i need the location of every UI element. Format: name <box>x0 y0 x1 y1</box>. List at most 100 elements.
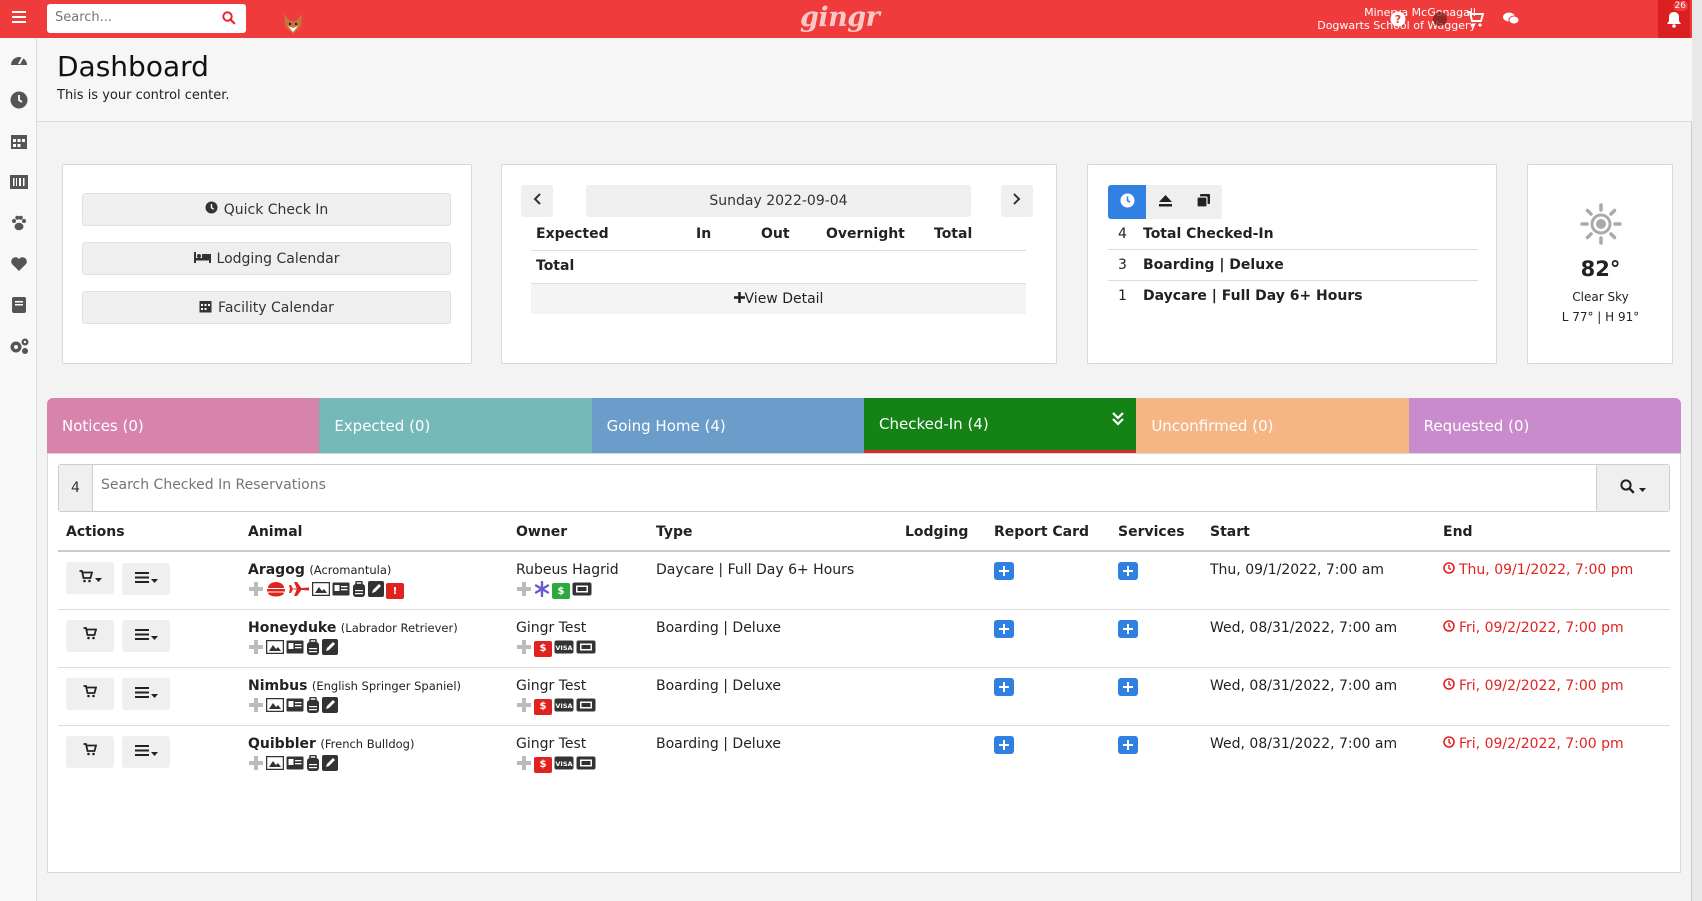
add-to-cart-button[interactable] <box>66 677 114 710</box>
food-icon[interactable] <box>266 581 286 601</box>
medical-plus-icon[interactable] <box>516 639 532 659</box>
add-service-button[interactable] <box>1118 562 1138 580</box>
edit-icon[interactable] <box>368 581 384 601</box>
owner-name[interactable]: Gingr Test <box>516 736 648 752</box>
tab-unconfirmed[interactable]: Unconfirmed (0) <box>1136 398 1409 453</box>
add-report-card-button[interactable] <box>994 619 1014 638</box>
gears-icon[interactable] <box>8 335 30 357</box>
image-icon[interactable] <box>265 755 285 774</box>
balance-due-icon[interactable]: $ <box>534 698 552 715</box>
backpack-icon[interactable] <box>306 696 320 717</box>
column-header[interactable]: End <box>1435 514 1670 552</box>
visa-card-icon[interactable]: VISA <box>554 698 574 716</box>
dashboard-icon[interactable] <box>8 48 30 70</box>
airplane-icon[interactable] <box>288 581 310 601</box>
hamburger-menu-icon[interactable] <box>8 8 30 30</box>
balance-due-icon[interactable]: $ <box>534 640 552 657</box>
chat-icon[interactable] <box>1501 9 1521 29</box>
image-icon[interactable] <box>265 639 285 658</box>
departures-view-toggle[interactable] <box>1146 185 1184 219</box>
id-card-icon[interactable] <box>286 756 304 774</box>
copy-view-toggle[interactable] <box>1184 185 1222 219</box>
book-icon[interactable] <box>8 294 30 316</box>
paw-icon[interactable] <box>8 212 30 234</box>
row-menu-button[interactable] <box>122 562 171 595</box>
ticket-icon[interactable] <box>576 698 596 716</box>
tab-expected[interactable]: Expected (0) <box>319 398 592 453</box>
tab-checked-in[interactable]: Checked-In (4) <box>863 398 1137 453</box>
column-header[interactable]: Type <box>648 514 897 552</box>
visa-card-icon[interactable]: VISA <box>554 640 574 658</box>
search-icon[interactable] <box>222 11 236 29</box>
double-chevron-down-icon[interactable] <box>1112 412 1125 430</box>
alert-icon[interactable]: ! <box>386 583 404 599</box>
id-card-icon[interactable] <box>286 698 304 716</box>
ticket-icon[interactable] <box>576 756 596 774</box>
facility-calendar-button[interactable]: Facility Calendar <box>82 291 451 324</box>
calendar-icon[interactable] <box>8 130 30 152</box>
column-header[interactable]: Lodging <box>897 514 986 552</box>
global-search[interactable] <box>47 4 246 33</box>
image-icon[interactable] <box>311 581 331 600</box>
tab-notices[interactable]: Notices (0) <box>47 398 320 453</box>
heart-icon[interactable] <box>8 253 30 275</box>
row-menu-button[interactable] <box>122 678 171 710</box>
backpack-icon[interactable] <box>306 638 320 659</box>
lodging-calendar-button[interactable]: Lodging Calendar <box>82 242 451 275</box>
barcode-icon[interactable] <box>8 171 30 193</box>
medical-plus-icon[interactable] <box>248 581 264 601</box>
tab-requested[interactable]: Requested (0) <box>1408 398 1681 453</box>
add-service-button[interactable] <box>1118 735 1138 754</box>
add-to-cart-button[interactable] <box>66 619 114 652</box>
medical-plus-icon[interactable] <box>516 581 532 601</box>
animal-name[interactable]: Quibbler <box>248 736 316 752</box>
column-header[interactable]: Start <box>1202 514 1435 552</box>
owner-name[interactable]: Rubeus Hagrid <box>516 562 648 578</box>
current-view-toggle[interactable] <box>1108 185 1146 219</box>
ticket-icon[interactable] <box>572 582 592 600</box>
add-report-card-button[interactable] <box>994 562 1014 580</box>
notifications-button[interactable]: 26 <box>1658 0 1690 38</box>
tab-going-home[interactable]: Going Home (4) <box>591 398 864 453</box>
medical-plus-icon[interactable] <box>516 697 532 717</box>
quick-check-in-button[interactable]: Quick Check In <box>82 193 451 226</box>
visa-card-icon[interactable]: VISA <box>554 756 574 774</box>
id-card-icon[interactable] <box>332 582 350 600</box>
backpack-icon[interactable] <box>306 754 320 775</box>
page-scrollbar[interactable] <box>1692 0 1702 901</box>
column-header[interactable]: Owner <box>508 514 648 552</box>
help-icon[interactable]: ? <box>1388 9 1408 29</box>
animal-name[interactable]: Nimbus <box>248 678 307 694</box>
reservation-search-input[interactable] <box>101 477 1401 493</box>
medical-plus-icon[interactable] <box>516 755 532 775</box>
column-header[interactable]: Animal <box>240 514 508 552</box>
gingr-logo[interactable]: gingr <box>800 2 880 33</box>
edit-icon[interactable] <box>322 638 338 659</box>
cart-icon[interactable] <box>1465 9 1485 29</box>
balance-paid-icon[interactable]: $ <box>552 583 570 599</box>
id-card-icon[interactable] <box>286 640 304 658</box>
previous-day-button[interactable] <box>521 185 553 217</box>
animal-name[interactable]: Aragog <box>248 562 305 578</box>
global-search-input[interactable] <box>47 4 212 31</box>
add-to-cart-button[interactable] <box>66 735 114 768</box>
clock-icon[interactable] <box>8 89 30 111</box>
add-report-card-button[interactable] <box>994 677 1014 696</box>
edit-icon[interactable] <box>322 696 338 717</box>
owner-name[interactable]: Gingr Test <box>516 620 648 636</box>
view-detail-button[interactable]: View Detail <box>531 283 1026 314</box>
row-menu-button[interactable] <box>122 736 171 768</box>
add-to-cart-button[interactable] <box>66 562 114 594</box>
ticket-icon[interactable] <box>576 640 596 658</box>
add-service-button[interactable] <box>1118 619 1138 638</box>
asterisk-icon[interactable] <box>534 580 550 601</box>
next-day-button[interactable] <box>1001 185 1033 217</box>
reservation-search-button[interactable] <box>1596 465 1669 511</box>
add-service-button[interactable] <box>1118 677 1138 696</box>
image-icon[interactable] <box>265 697 285 716</box>
backpack-icon[interactable] <box>352 580 366 601</box>
animal-name[interactable]: Honeyduke <box>248 620 336 636</box>
status-indicator-icon[interactable] <box>1430 9 1450 29</box>
owner-name[interactable]: Gingr Test <box>516 678 648 694</box>
medical-plus-icon[interactable] <box>248 697 264 717</box>
